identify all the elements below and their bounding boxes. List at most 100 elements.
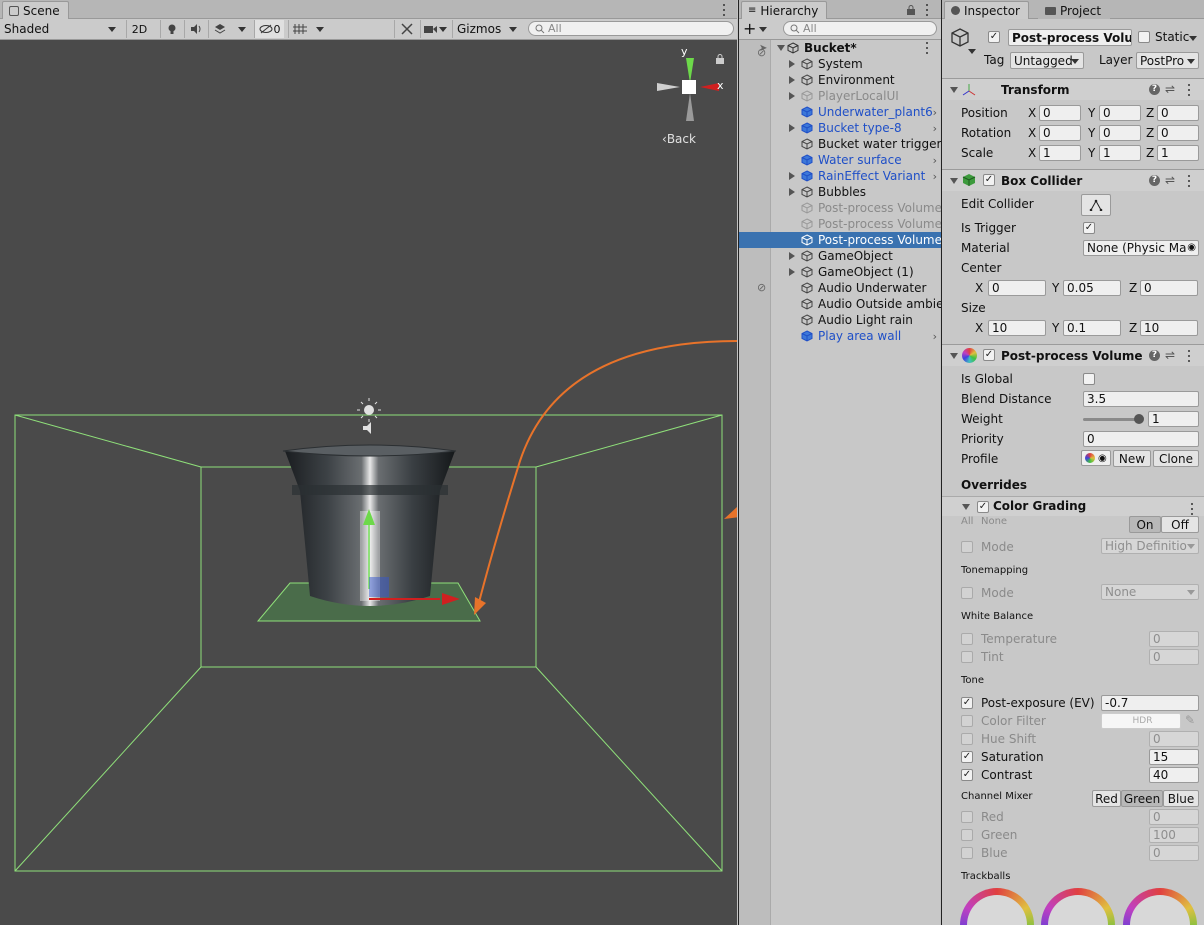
mixer-green-field[interactable]: 100 — [1149, 827, 1199, 843]
weight-slider-thumb[interactable] — [1134, 414, 1144, 424]
size-y-field[interactable]: 0.1 — [1063, 320, 1121, 336]
temperature-field[interactable]: 0 — [1149, 631, 1199, 647]
lock-icon[interactable] — [907, 4, 915, 18]
off-button[interactable]: Off — [1161, 516, 1199, 533]
scale-x-axis-label[interactable]: X — [1028, 146, 1036, 160]
center-y-field[interactable]: 0.05 — [1063, 280, 1121, 296]
channel-red-button[interactable]: Red — [1092, 790, 1121, 807]
rotation-z-field[interactable]: 0 — [1157, 125, 1199, 141]
scale-y-axis-label[interactable]: Y — [1088, 146, 1095, 160]
mode-dropdown[interactable]: High Definitio — [1101, 538, 1199, 554]
size-y-axis-label[interactable]: Y — [1052, 321, 1059, 335]
saturation-checkbox[interactable]: ✓ — [961, 751, 973, 763]
mixer-red-field[interactable]: 0 — [1149, 809, 1199, 825]
object-name-field[interactable]: Post-process Volum — [1008, 29, 1132, 46]
priority-field[interactable]: 0 — [1083, 431, 1199, 447]
chevron-down-icon[interactable] — [968, 49, 976, 54]
help-icon[interactable]: ? — [1149, 175, 1160, 186]
size-z-field[interactable]: 10 — [1140, 320, 1198, 336]
tab-scene[interactable]: Scene — [2, 1, 69, 19]
expand-arrow-icon[interactable] — [789, 76, 795, 84]
tm-mode-dropdown[interactable]: None — [1101, 584, 1199, 600]
help-icon[interactable]: ? — [1149, 84, 1160, 95]
tab-project[interactable]: Project — [1038, 1, 1111, 19]
hierarchy-item[interactable]: Audio Light rain — [739, 312, 941, 328]
hierarchy-item[interactable]: GameObject — [739, 248, 941, 264]
help-icon[interactable]: ? — [1149, 350, 1160, 361]
expand-arrow-icon[interactable] — [789, 188, 795, 196]
hue-shift-checkbox[interactable] — [961, 733, 973, 745]
hierarchy-menu-icon[interactable] — [925, 4, 929, 16]
post-exposure-checkbox[interactable]: ✓ — [961, 697, 973, 709]
center-x-axis-label[interactable]: X — [975, 281, 983, 295]
scene-menu-icon[interactable] — [722, 4, 726, 16]
chevron-down-icon[interactable] — [1189, 36, 1197, 41]
active-checkbox[interactable]: ✓ — [988, 31, 1000, 43]
eyedropper-icon[interactable]: ✎ — [1185, 713, 1195, 727]
lock-icon[interactable] — [716, 53, 724, 64]
on-button[interactable]: On — [1129, 516, 1161, 533]
orientation-gizmo[interactable]: y x — [655, 45, 725, 123]
collapse-arrow-icon[interactable] — [950, 178, 958, 184]
component-menu-icon[interactable] — [1187, 175, 1191, 187]
edit-collider-button[interactable] — [1081, 194, 1111, 216]
static-checkbox[interactable] — [1138, 31, 1150, 43]
shading-mode-dropdown[interactable]: Shaded — [0, 20, 120, 38]
expand-arrow-icon[interactable] — [789, 268, 795, 276]
mixer-blue-field[interactable]: 0 — [1149, 845, 1199, 861]
color-filter-checkbox[interactable] — [961, 715, 973, 727]
grid-toggle-button[interactable] — [288, 20, 310, 38]
hierarchy-item[interactable]: System — [739, 56, 941, 72]
collapse-arrow-icon[interactable] — [962, 504, 970, 510]
scale-z-field[interactable]: 1 — [1157, 145, 1199, 161]
mixer-blue-checkbox[interactable] — [961, 847, 973, 859]
open-prefab-chevron-icon[interactable]: › — [933, 122, 937, 135]
tm-mode-override-checkbox[interactable] — [961, 587, 973, 599]
position-x-axis-label[interactable]: X — [1028, 106, 1036, 120]
hierarchy-item[interactable]: Audio Underwater — [739, 280, 941, 296]
channel-green-button[interactable]: Green — [1121, 790, 1163, 807]
object-picker-icon[interactable]: ◉ — [1098, 453, 1107, 464]
material-field[interactable]: None (Physic Ma ◉ — [1083, 240, 1199, 256]
gain-trackball[interactable] — [1123, 888, 1197, 925]
hierarchy-root-row[interactable]: ➤ Bucket* — [739, 40, 941, 56]
open-prefab-chevron-icon[interactable]: › — [933, 330, 937, 343]
size-x-axis-label[interactable]: X — [975, 321, 983, 335]
scene-viewport[interactable]: y x ‹Back — [0, 41, 737, 925]
component-menu-icon[interactable] — [1187, 84, 1191, 96]
contrast-checkbox[interactable]: ✓ — [961, 769, 973, 781]
mode-override-checkbox[interactable] — [961, 541, 973, 553]
expand-arrow-icon[interactable] — [789, 92, 795, 100]
collapse-arrow-icon[interactable] — [950, 353, 958, 359]
contrast-field[interactable]: 40 — [1149, 767, 1199, 783]
mixer-green-checkbox[interactable] — [961, 829, 973, 841]
channel-blue-button[interactable]: Blue — [1163, 790, 1199, 807]
ppv-header[interactable]: ✓ Post-process Volume ? ⇌ — [942, 344, 1204, 366]
temperature-override-checkbox[interactable] — [961, 633, 973, 645]
scene-visibility-icon[interactable]: ⊘ — [757, 46, 766, 59]
mixer-red-checkbox[interactable] — [961, 811, 973, 823]
lift-trackball[interactable] — [960, 888, 1034, 925]
audio-toggle-button[interactable] — [184, 20, 206, 38]
hidden-objects-toggle[interactable]: 0 — [254, 20, 284, 38]
size-x-field[interactable]: 10 — [988, 320, 1046, 336]
expand-arrow-icon[interactable] — [777, 45, 785, 51]
rotation-y-axis-label[interactable]: Y — [1088, 126, 1095, 140]
effects-toggle-button[interactable] — [208, 20, 232, 38]
layer-dropdown[interactable]: PostPro — [1136, 52, 1199, 69]
tab-inspector[interactable]: Inspector — [944, 1, 1029, 19]
select-none-link[interactable]: None — [981, 516, 1007, 527]
gizmos-dropdown[interactable]: Gizmos — [452, 20, 520, 38]
post-exposure-field[interactable]: -0.7 — [1101, 695, 1199, 711]
profile-new-button[interactable]: New — [1113, 450, 1151, 467]
collapse-arrow-icon[interactable] — [950, 87, 958, 93]
hierarchy-item[interactable]: Post-process Volume — [739, 232, 941, 248]
hierarchy-item[interactable]: Post-process Volume — [739, 200, 941, 216]
color-grading-checkbox[interactable]: ✓ — [977, 501, 989, 513]
hierarchy-item[interactable]: Bucket type-8 › — [739, 120, 941, 136]
rotation-z-axis-label[interactable]: Z — [1146, 126, 1154, 140]
rotation-y-field[interactable]: 0 — [1099, 125, 1141, 141]
blend-distance-field[interactable]: 3.5 — [1083, 391, 1199, 407]
open-prefab-chevron-icon[interactable]: › — [933, 154, 937, 167]
presets-icon[interactable]: ⇌ — [1165, 173, 1175, 187]
